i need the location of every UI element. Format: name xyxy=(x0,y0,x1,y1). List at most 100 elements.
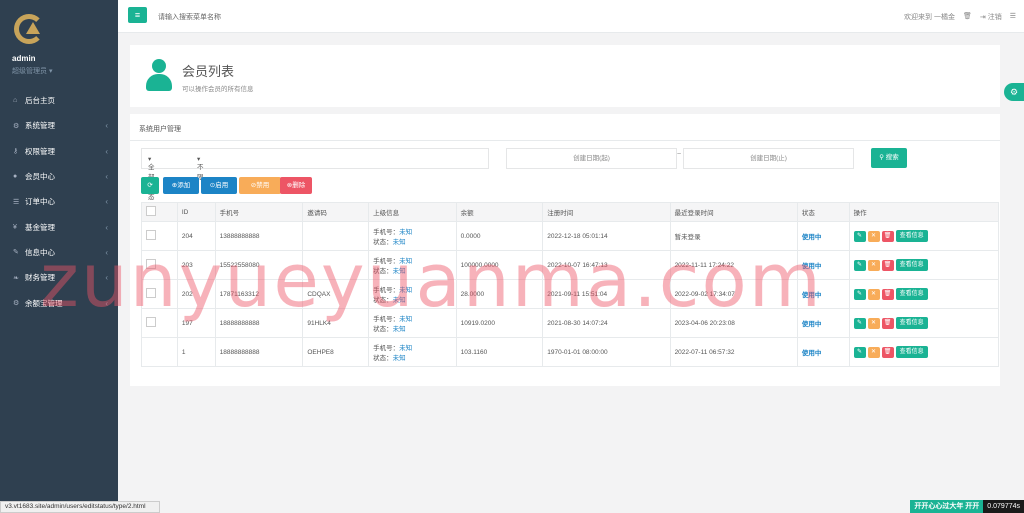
column-header: 手机号 xyxy=(214,202,304,222)
edit-icon[interactable]: ✎ xyxy=(853,288,866,300)
sidebar-item[interactable]: ⚷ 权限管理 ‹ xyxy=(0,139,118,164)
status-badge[interactable]: 使用中 xyxy=(796,279,850,309)
cell-id: 204 xyxy=(176,221,216,251)
cell-invite xyxy=(302,250,370,280)
chevron-left-icon: ‹ xyxy=(105,146,108,156)
cell-balance: 10919.0200 xyxy=(455,308,544,338)
row-checkbox[interactable] xyxy=(146,317,156,327)
close-icon[interactable]: ✕ xyxy=(867,288,880,300)
page-subtitle: 可以操作会员的所有信息 xyxy=(182,86,254,93)
cell-parent: 手机号：未知 状态：未知 xyxy=(368,250,457,280)
divider xyxy=(130,140,1000,141)
user-icon xyxy=(146,59,172,91)
status-url: v3.vt1683.site/admin/users/editstatus/ty… xyxy=(0,501,160,513)
add-button[interactable]: ⊕添加 xyxy=(163,177,199,194)
edit-icon[interactable]: ✎ xyxy=(853,230,866,242)
status-select[interactable]: 全部状态 ▾ xyxy=(148,155,155,201)
row-checkbox-cell xyxy=(141,337,178,367)
edit-icon[interactable]: ✎ xyxy=(853,346,866,358)
cell-phone: 18888888888 xyxy=(214,337,304,367)
view-info-button[interactable]: 查看信息 xyxy=(895,346,928,358)
user-panel: 系统用户管理 全部状态 ▾ 不限 ▾ 创建日期(起) ~ 创建日期(止) ⚲ 搜… xyxy=(130,114,1000,386)
status-badge[interactable]: 使用中 xyxy=(796,221,850,251)
row-checkbox[interactable] xyxy=(146,230,156,240)
select-all-checkbox[interactable] xyxy=(141,202,178,222)
edit-icon[interactable]: ✎ xyxy=(853,317,866,329)
close-icon[interactable]: ✕ xyxy=(867,317,880,329)
sidebar-item-label: 系统管理 xyxy=(25,121,55,131)
sidebar-item[interactable]: ☰ 订单中心 ‹ xyxy=(0,189,118,214)
menu-search-input[interactable]: 请输入搜索菜单名称 xyxy=(158,12,221,22)
date-start-input[interactable]: 创建日期(起) xyxy=(506,148,677,169)
cell-last-login: 暂未登录 xyxy=(669,221,798,251)
role-dropdown[interactable]: 超级管理员 ▾ xyxy=(12,66,118,76)
sidebar-nav: ⌂ 后台主页 ⚙ 系统管理 ‹ ⚷ 权限管理 ‹ ● 会员中心 ‹ ☰ 订单中心 ‹ ¥ 基金管理 ‹ ✎ 信息中心… xyxy=(0,88,118,316)
view-info-button[interactable]: 查看信息 xyxy=(895,288,928,300)
sidebar-item[interactable]: ● 会员中心 ‹ xyxy=(0,164,118,189)
trash-icon[interactable]: 🗑 xyxy=(963,12,972,22)
cell-id: 197 xyxy=(176,308,216,338)
column-header: 状态 xyxy=(796,202,850,222)
trash-icon[interactable]: 🗑 xyxy=(881,259,894,271)
trash-icon[interactable]: 🗑 xyxy=(881,317,894,329)
cell-invite xyxy=(302,221,370,251)
row-checkbox-cell[interactable] xyxy=(141,221,178,251)
close-icon[interactable]: ✕ xyxy=(867,346,880,358)
cell-phone: 18888888888 xyxy=(214,308,304,338)
cell-parent: 手机号：未知 状态：未知 xyxy=(368,221,457,251)
sidebar-item-label: 权限管理 xyxy=(25,146,55,156)
enable-button[interactable]: ⊙启用 xyxy=(201,177,237,194)
row-checkbox-cell[interactable] xyxy=(141,279,178,309)
side-tools-icon[interactable]: ⚙ xyxy=(1004,83,1024,101)
close-icon[interactable]: ✕ xyxy=(867,230,880,242)
close-icon[interactable]: ✕ xyxy=(867,259,880,271)
user-table: ID 手机号 邀请码 上级信息 余额 注册时间 最近登录时间 状态 操作 204 13888888… xyxy=(141,202,1000,367)
view-info-button[interactable]: 查看信息 xyxy=(895,259,928,271)
trash-icon[interactable]: 🗑 xyxy=(881,230,894,242)
cell-last-login: 2023-04-06 20:23:08 xyxy=(669,308,798,338)
delete-button[interactable]: ⊗删除 xyxy=(280,177,312,194)
refresh-button[interactable]: ⟳ xyxy=(141,177,159,194)
date-end-input[interactable]: 创建日期(止) xyxy=(683,148,854,169)
cell-reg-time: 2021-09-11 15:51:04 xyxy=(542,279,671,309)
search-button[interactable]: ⚲ 搜索 xyxy=(871,148,907,168)
cell-reg-time: 2022-12-18 05:01:14 xyxy=(542,221,671,251)
sidebar-item[interactable]: ⌂ 后台主页 xyxy=(0,88,118,113)
sidebar-item[interactable]: ⚙ 余额宝管理 ‹ xyxy=(0,290,118,315)
trash-icon[interactable]: 🗑 xyxy=(881,288,894,300)
cell-phone: 13888888888 xyxy=(214,221,304,251)
trash-icon[interactable]: 🗑 xyxy=(881,346,894,358)
view-info-button[interactable]: 查看信息 xyxy=(895,317,928,329)
sidebar-item[interactable]: ¥ 基金管理 ‹ xyxy=(0,214,118,239)
logout-link[interactable]: ⇥ 注销 xyxy=(980,12,1002,22)
table-header: ID 手机号 邀请码 上级信息 余额 注册时间 最近登录时间 状态 操作 xyxy=(141,202,1000,222)
row-checkbox[interactable] xyxy=(146,288,156,298)
gears-icon: ⚙ xyxy=(13,300,20,308)
column-header: 上级信息 xyxy=(368,202,457,222)
sidebar: admin 超级管理员 ▾ ⌂ 后台主页 ⚙ 系统管理 ‹ ⚷ 权限管理 ‹ ● 会员中心 ‹ ☰ 订单… xyxy=(0,0,118,513)
column-header: 邀请码 xyxy=(302,202,370,222)
sidebar-item[interactable]: ⚙ 系统管理 ‹ xyxy=(0,113,118,138)
limit-select[interactable]: 不限 ▾ xyxy=(197,155,204,181)
key-icon: ⚷ xyxy=(13,148,19,156)
sidebar-item[interactable]: ✎ 信息中心 ‹ xyxy=(0,240,118,265)
row-checkbox[interactable] xyxy=(146,259,156,269)
view-info-button[interactable]: 查看信息 xyxy=(895,230,928,242)
row-checkbox-cell[interactable] xyxy=(141,308,178,338)
sidebar-item[interactable]: ❧ 财务管理 ‹ xyxy=(0,265,118,290)
column-header: 操作 xyxy=(848,202,1000,222)
disable-button[interactable]: ⊘禁用 xyxy=(239,177,281,194)
edit-icon[interactable]: ✎ xyxy=(853,259,866,271)
status-badge[interactable]: 使用中 xyxy=(796,308,850,338)
status-badge[interactable]: 使用中 xyxy=(796,250,850,280)
cell-reg-time: 1970-01-01 08:00:00 xyxy=(542,337,671,367)
row-checkbox-cell[interactable] xyxy=(141,250,178,280)
status-badge[interactable]: 使用中 xyxy=(796,337,850,367)
table-row: 1 18888888888 OEHPE8 手机号：未知 状态：未知 103.1160 197… xyxy=(141,337,1000,367)
settings-icon[interactable]: ☰ xyxy=(1010,12,1016,22)
menu-toggle-button[interactable]: ≡ xyxy=(128,7,147,23)
table-row: 203 15522558080 手机号：未知 状态：未知 100000.0000 2022… xyxy=(141,250,1000,280)
cell-parent: 手机号：未知 状态：未知 xyxy=(368,337,457,367)
search-icon: ⚲ xyxy=(879,154,884,161)
cell-parent: 手机号：未知 状态：未知 xyxy=(368,308,457,338)
